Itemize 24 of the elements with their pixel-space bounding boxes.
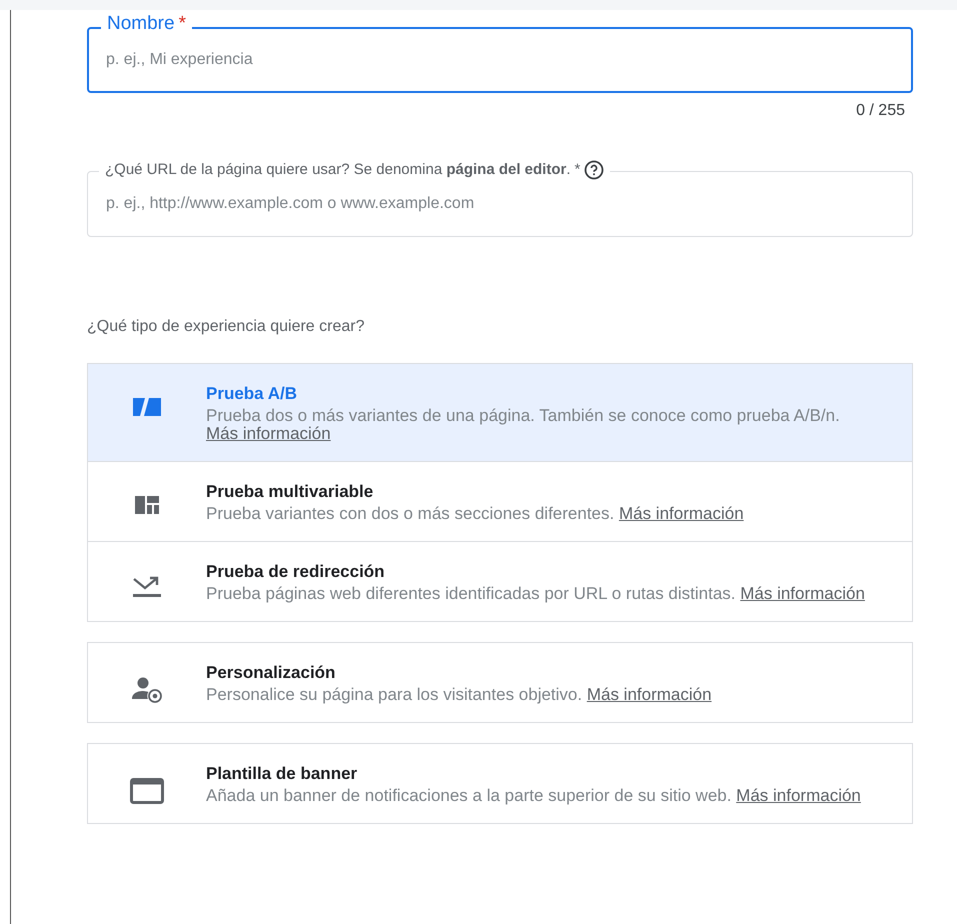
redirect-icon: [132, 576, 162, 598]
person-target-icon: [132, 677, 162, 703]
character-counter: 0 / 255: [856, 102, 905, 119]
more-info-link[interactable]: Más información: [740, 584, 865, 603]
more-info-link[interactable]: Más información: [736, 786, 861, 805]
option-title: Plantilla de banner: [206, 764, 358, 784]
option-description: Prueba dos o más variantes de una página. También se conoce como prueba A/B/n. Más información: [206, 407, 841, 443]
experience-option[interactable]: Prueba A/B Prueba dos o más variantes de una página. También se conoce como prueba A/B/n. Más información: [88, 364, 912, 461]
more-info-link[interactable]: Más información: [586, 685, 712, 704]
help-icon[interactable]: [584, 160, 604, 180]
more-info-link[interactable]: Más información: [206, 424, 331, 443]
option-description: Añada un banner de notificaciones a la parte superior de su sitio web. Más información: [206, 787, 861, 805]
option-description: Prueba páginas web diferentes identificadas por URL o rutas distintas. Más información: [206, 585, 865, 603]
option-title: Prueba de redirección: [206, 562, 386, 582]
grid-layout-icon: [135, 496, 159, 514]
browser-window-icon: [130, 778, 164, 804]
option-title: Prueba A/B: [206, 384, 298, 404]
option-title: Prueba multivariable: [206, 482, 374, 502]
question-text: ¿Qué tipo de experiencia quiere crear?: [87, 317, 366, 337]
ab-test-icon: [133, 398, 161, 416]
option-title: Personalización: [206, 663, 336, 683]
option-description: Personalice su página para los visitantes objetivo. Más información: [206, 686, 712, 704]
more-info-link[interactable]: Más información: [618, 504, 744, 523]
option-description: Prueba variantes con dos o más secciones diferentes. Más información: [206, 505, 744, 523]
